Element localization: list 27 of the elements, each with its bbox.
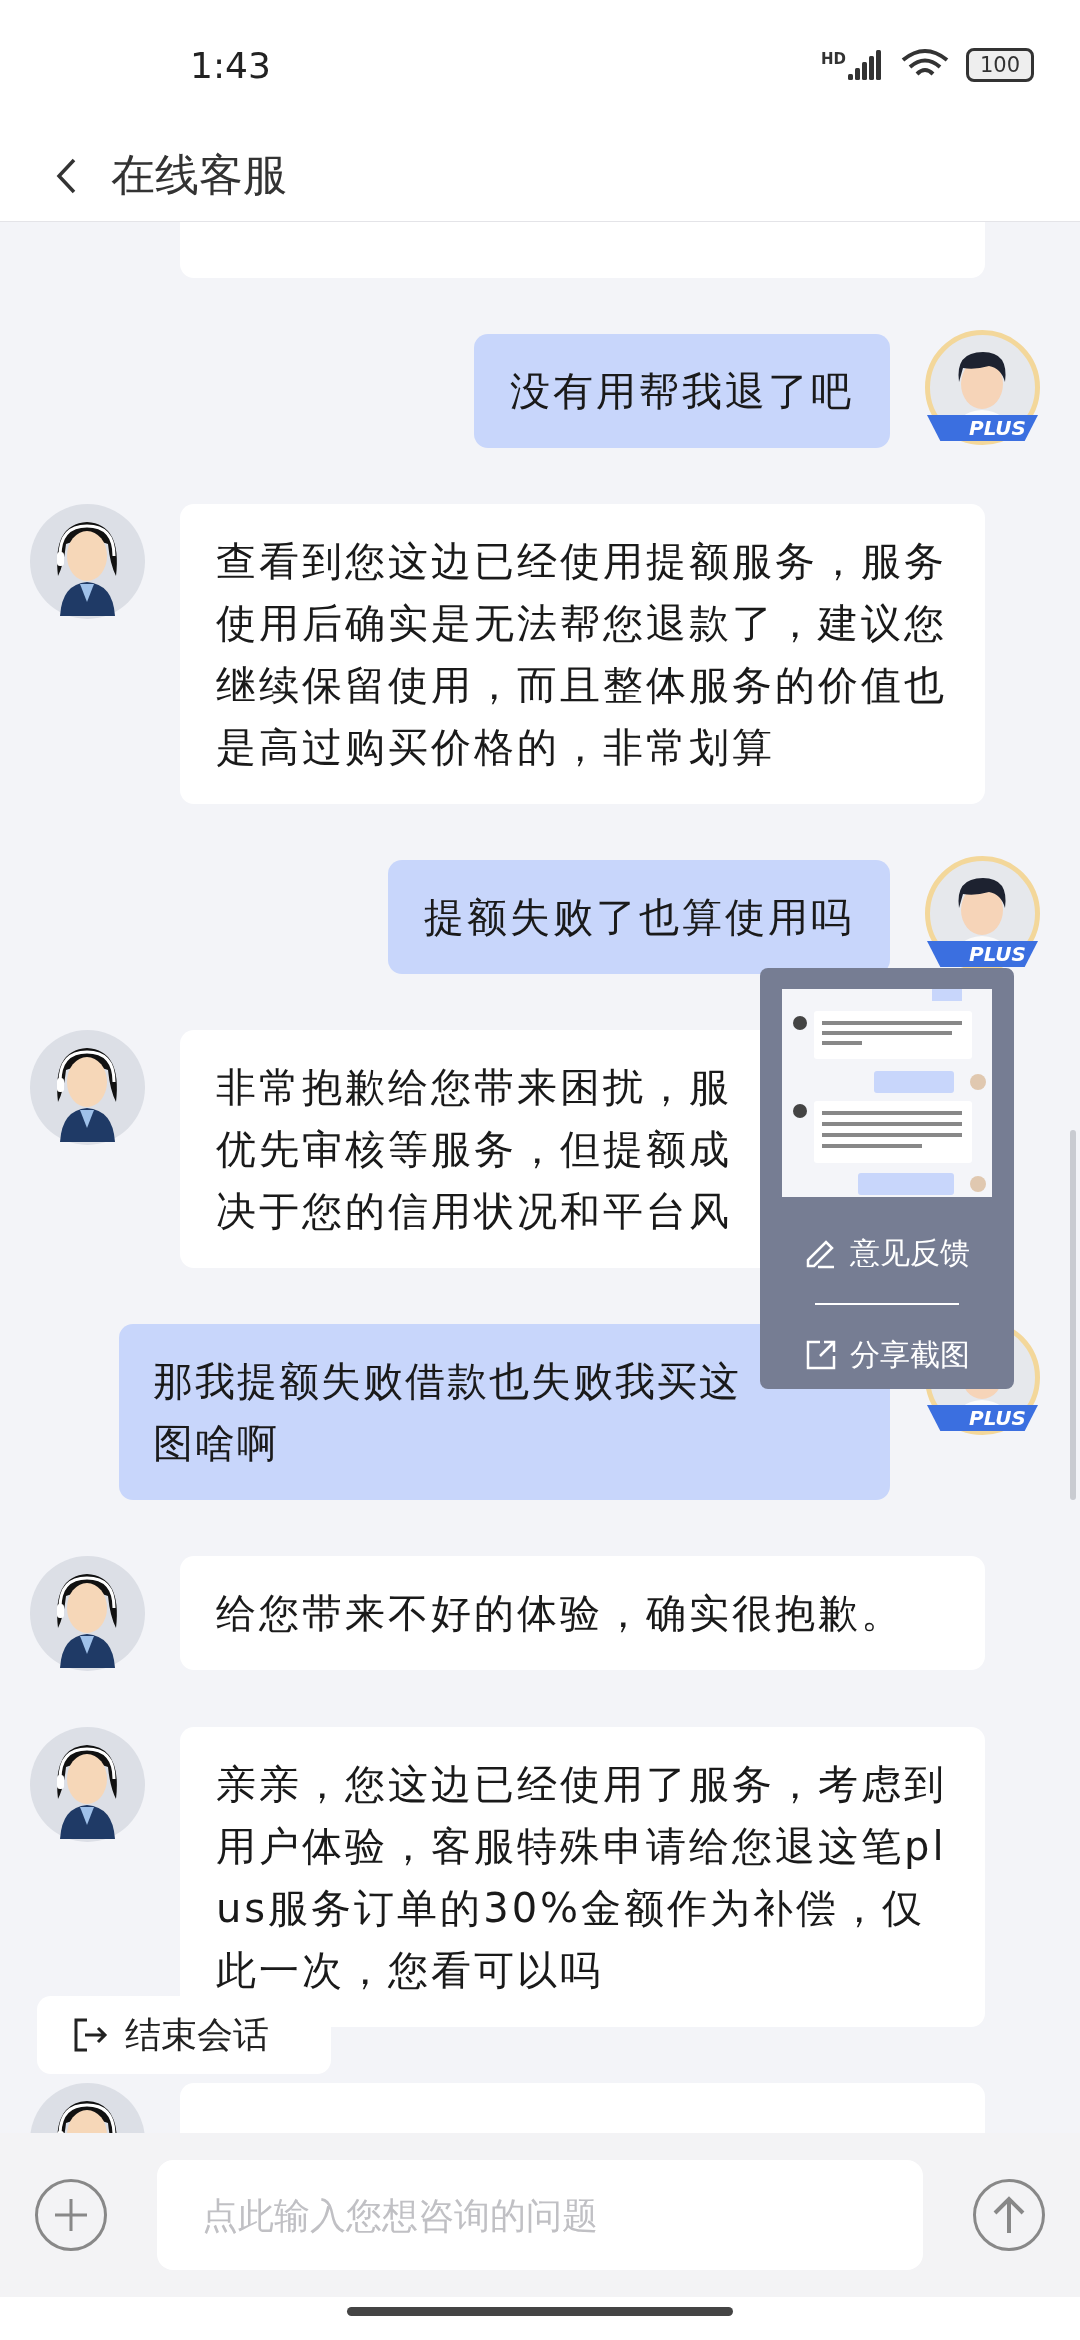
user-message: 提额失败了也算使用吗: [388, 860, 890, 974]
share-icon: [804, 1338, 838, 1372]
arrow-up-icon: [991, 2195, 1027, 2235]
back-icon[interactable]: [55, 156, 77, 195]
popup-menu-item[interactable]: 分享截图: [804, 1325, 970, 1385]
message-line: 图啥啊: [153, 1419, 279, 1468]
send-button[interactable]: [973, 2179, 1045, 2251]
message-line: 非常抱歉给您带来困扰，服: [216, 1063, 732, 1112]
plus-icon: [53, 2197, 89, 2233]
message-line: 那我提额失败借款也失败我买这: [153, 1357, 741, 1406]
plus-badge: PLUS: [927, 1405, 1038, 1431]
scrollbar[interactable]: [1070, 1130, 1076, 1500]
agent-message: 查看到您这边已经使用提额服务，服务使用后确实是无法帮您退款了，建议您继续保留使用，而且整体服务的价值也是高过购买价格的，非常划算: [180, 504, 985, 804]
plus-badge: PLUS: [927, 941, 1038, 967]
network-label: HD: [821, 50, 846, 68]
popup-menu-item[interactable]: 意见反馈: [804, 1223, 970, 1283]
add-button[interactable]: [35, 2179, 107, 2251]
signal-icon: [848, 50, 884, 80]
page-title: 在线客服: [111, 148, 287, 202]
message-line: 优先审核等服务，但提额成: [216, 1125, 732, 1174]
battery-icon: 100: [966, 48, 1034, 82]
user-message: 没有用帮我退了吧: [474, 334, 890, 448]
status-time: 1:43: [190, 44, 271, 86]
plus-badge: PLUS: [927, 415, 1038, 441]
agent-message: 给您带来不好的体验，确实很抱歉。: [180, 1556, 985, 1670]
message-input[interactable]: 点此输入您想咨询的问题: [157, 2160, 923, 2270]
message-line: 决于您的信用状况和平台风: [216, 1187, 732, 1236]
